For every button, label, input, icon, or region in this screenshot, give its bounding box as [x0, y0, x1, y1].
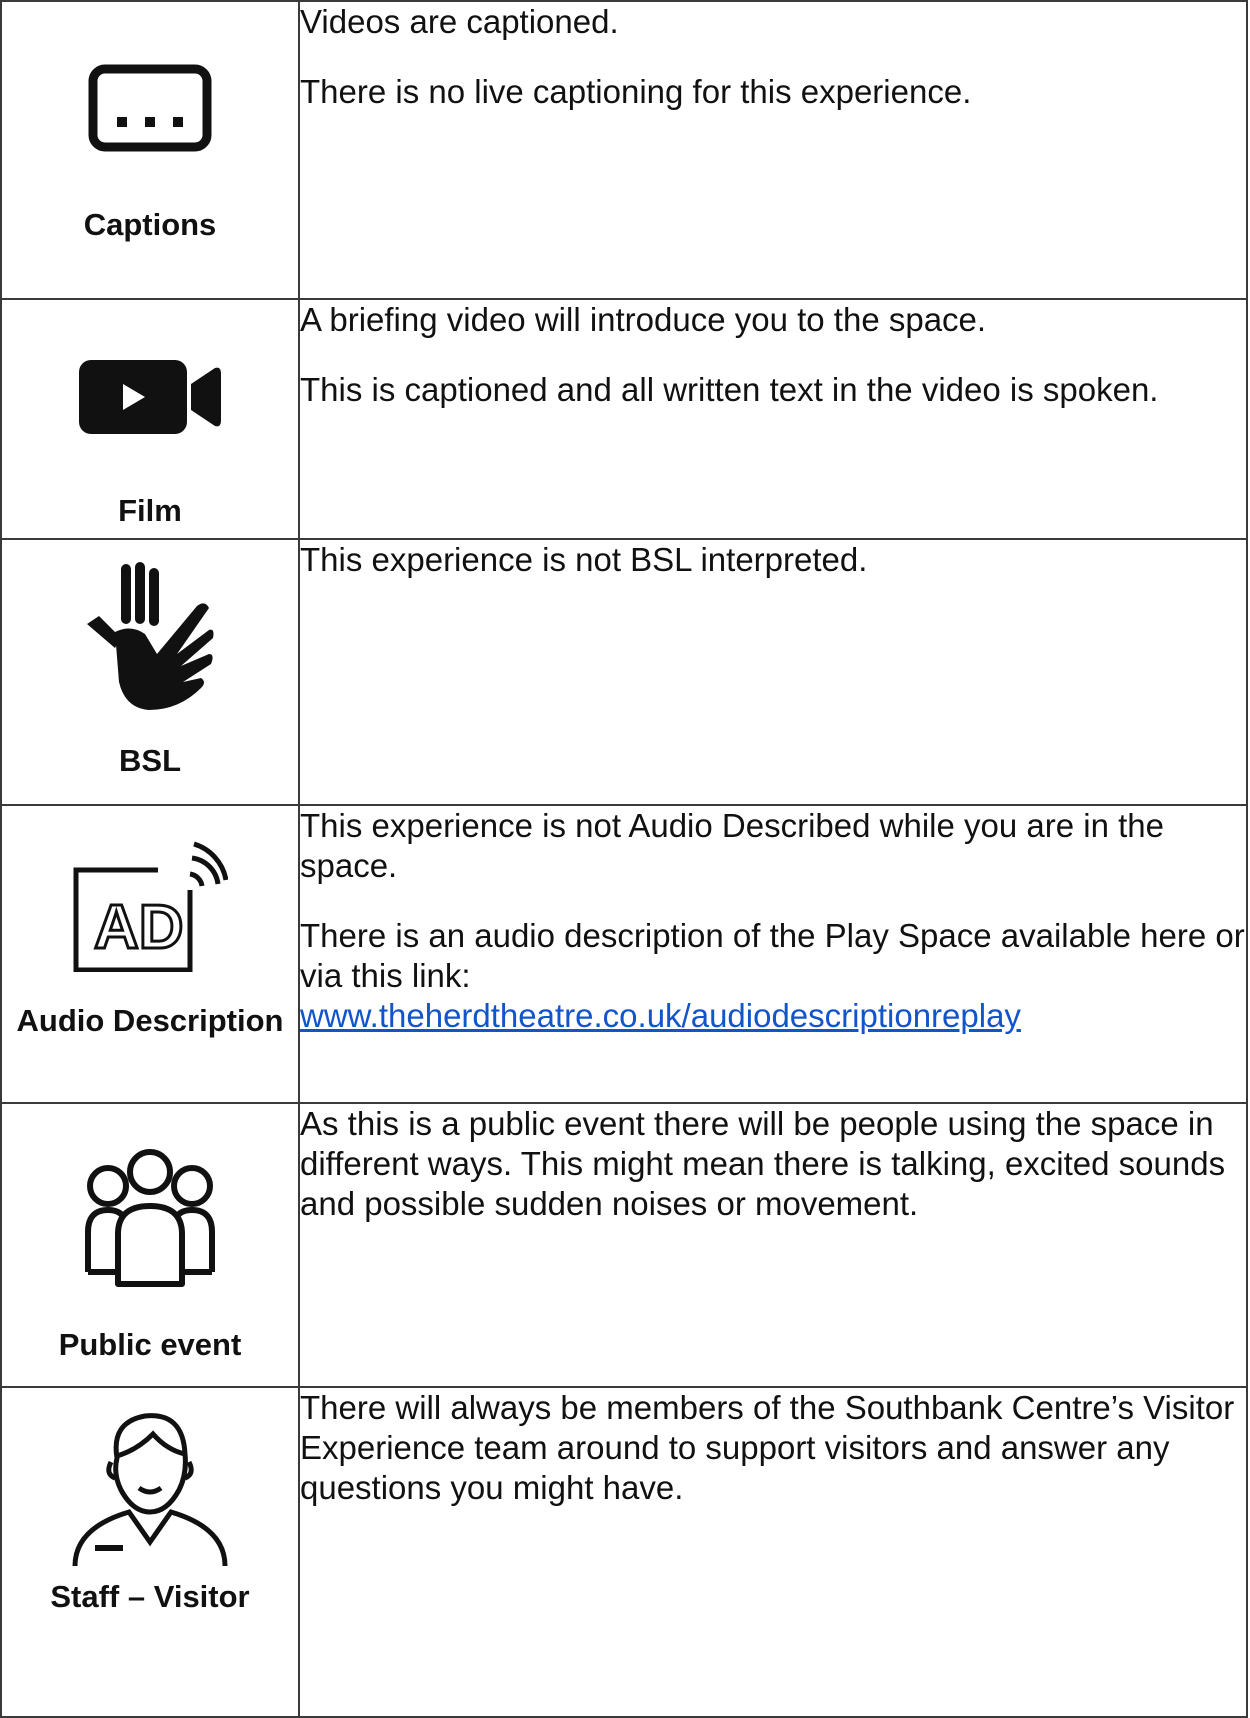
video-camera-icon [2, 360, 298, 434]
table-row: BSL This experience is not BSL interpret… [0, 538, 1248, 806]
description-text: This experience is not BSL interpreted. [300, 541, 868, 578]
description-cell: There will always be members of the Sout… [298, 1386, 1248, 1718]
audio-description-icon: AD [2, 840, 298, 972]
row-label: Public event [58, 1327, 242, 1362]
row-label: Staff – Visitor [50, 1579, 250, 1614]
captions-icon [2, 64, 298, 152]
staff-person-icon [2, 1408, 298, 1570]
table-row: AD Audio Description This experience is … [0, 804, 1248, 1104]
row-label: BSL [119, 743, 181, 778]
description-text: There is no live captioning for this exp… [300, 73, 972, 110]
sign-language-hand-icon [2, 562, 298, 712]
table-row: Public event As this is a public event t… [0, 1102, 1248, 1388]
icon-cell: BSL [0, 538, 300, 806]
group-of-people-icon [2, 1148, 298, 1288]
row-label: Film [118, 493, 182, 528]
description-text: Videos are captioned. [300, 3, 619, 40]
description-cell: This experience is not BSL interpreted. [298, 538, 1248, 806]
icon-cell: Public event [0, 1102, 300, 1388]
table-row: Staff – Visitor There will always be mem… [0, 1386, 1248, 1718]
audio-description-link[interactable]: www.theherdtheatre.co.uk/audiodescriptio… [300, 997, 1021, 1034]
table-row: Captions Videos are captioned. There is … [0, 0, 1248, 300]
icon-cell: AD Audio Description [0, 804, 300, 1104]
icon-cell: Film [0, 298, 300, 540]
icon-cell: Staff – Visitor [0, 1386, 300, 1718]
description-cell: A briefing video will introduce you to t… [298, 298, 1248, 540]
icon-cell: Captions [0, 0, 300, 300]
description-text: There is an audio description of the Pla… [300, 917, 1245, 994]
row-label: Audio Description [16, 1003, 284, 1038]
description-text: A briefing video will introduce you to t… [300, 301, 987, 338]
description-text: This is captioned and all written text i… [300, 371, 1159, 408]
table-row: Film A briefing video will introduce you… [0, 298, 1248, 540]
description-text: As this is a public event there will be … [300, 1105, 1226, 1222]
description-cell: Videos are captioned. There is no live c… [298, 0, 1248, 300]
svg-text:AD: AD [94, 893, 184, 962]
description-cell: This experience is not Audio Described w… [298, 804, 1248, 1104]
row-label: Captions [83, 207, 217, 242]
description-cell: As this is a public event there will be … [298, 1102, 1248, 1388]
accessibility-table: Captions Videos are captioned. There is … [0, 0, 1248, 1718]
description-text: This experience is not Audio Described w… [300, 807, 1164, 884]
description-text: There will always be members of the Sout… [300, 1389, 1235, 1506]
